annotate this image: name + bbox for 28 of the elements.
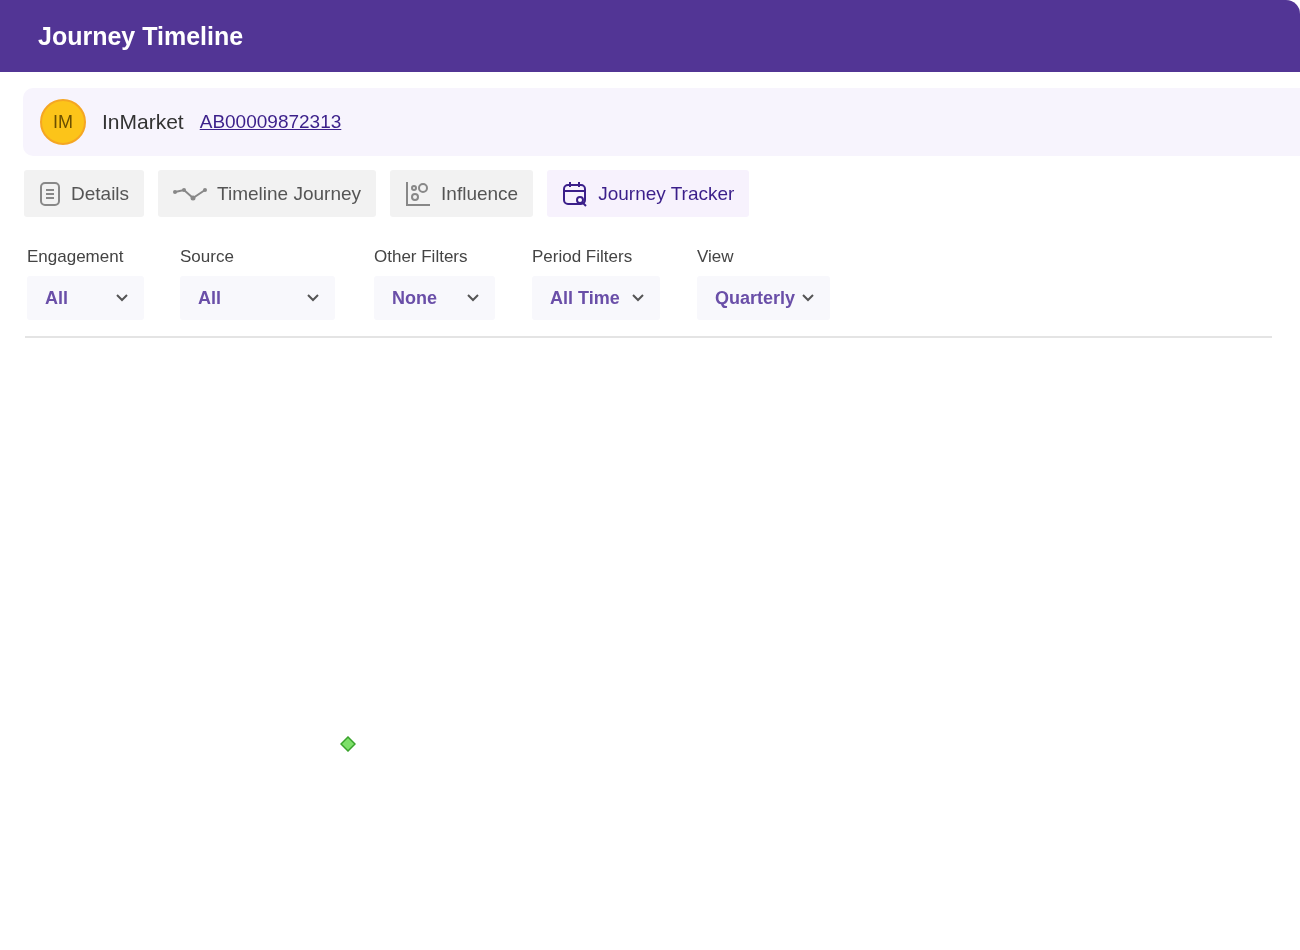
caret-icon [307,294,319,302]
caret-icon [116,294,128,302]
filter-dropdown[interactable]: All [27,276,144,320]
filter-dropdown[interactable]: All [180,276,335,320]
caret-icon [632,294,644,302]
filter-dropdown[interactable]: None [374,276,495,320]
tab[interactable]: Influence [390,170,534,217]
tab[interactable]: Journey Tracker [547,170,750,217]
account-id-link[interactable]: AB00009872313 [199,111,342,133]
caret-icon [467,294,479,302]
filter-label: Other Filters [374,247,469,267]
scatter-chart-icon [405,180,432,207]
line-chart-icon [173,185,208,202]
calendar-search-icon [562,180,589,207]
page-title: Journey Timeline [38,21,244,51]
marker-icon [340,736,356,752]
filter-label: View [697,247,735,267]
filter-label: Engagement [27,247,125,267]
tab[interactable]: Timeline Journey [158,170,377,217]
caret-icon [802,294,814,302]
filter-label: Period Filters [532,247,634,267]
document-icon [39,180,61,207]
account-name: InMarket [102,110,184,134]
avatar-initials: IM [40,99,86,145]
tab[interactable]: Details [24,170,145,217]
filter-dropdown[interactable]: All Time [532,276,660,320]
filter-label: Source [180,247,235,267]
filter-dropdown[interactable]: Quarterly [697,276,830,320]
